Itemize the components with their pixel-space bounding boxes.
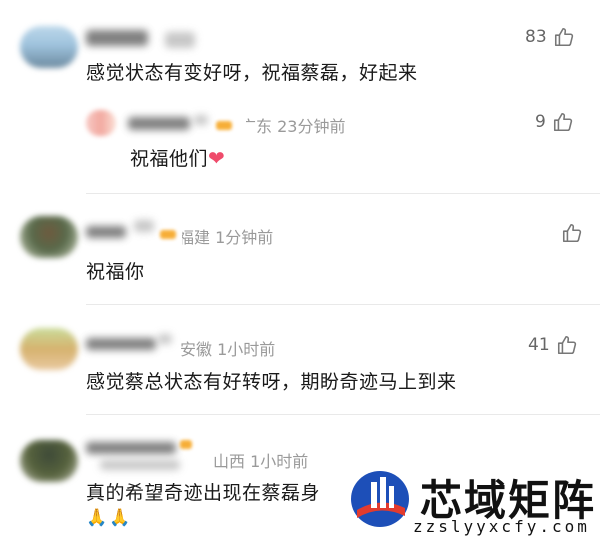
comment-text: 真的希望奇迹出现在蔡磊身	[86, 482, 321, 504]
comment-meta: 福建 1分钟前	[178, 228, 274, 247]
watermark-url: zzslyyxcfy.com	[413, 517, 590, 536]
thumbs-up-icon	[562, 223, 582, 243]
comment-text: 祝福你	[86, 261, 145, 283]
reply-text: 祝福他们❤	[130, 144, 225, 171]
comment-text: 感觉状态有变好呀，祝福蔡磊，好起来	[86, 62, 418, 84]
folded-hands-icon: 🙏🙏	[86, 508, 133, 528]
logo-icon	[351, 471, 409, 527]
divider	[86, 304, 600, 305]
username-suffix	[158, 334, 172, 344]
comment-meta: 山西 1小时前	[213, 452, 309, 471]
thumbs-up-icon	[554, 27, 573, 47]
level-badge	[160, 230, 176, 239]
like-count: 9	[535, 112, 546, 132]
level-badge	[216, 121, 232, 130]
reply-text-content: 祝福他们	[130, 148, 209, 170]
user-badge	[165, 32, 195, 48]
level-badge	[180, 440, 192, 449]
reply-meta: 广东 23分钟前	[240, 117, 346, 136]
like-count: 41	[528, 335, 550, 355]
username[interactable]	[86, 30, 148, 46]
username-suffix	[194, 115, 208, 125]
username[interactable]	[128, 117, 190, 130]
divider	[86, 193, 600, 194]
thumbs-up-icon	[557, 335, 576, 355]
heart-icon: ❤	[208, 146, 226, 170]
like-count: 83	[525, 27, 547, 47]
username[interactable]	[86, 442, 176, 454]
username-suffix	[100, 460, 180, 470]
username[interactable]	[86, 226, 126, 238]
username-suffix	[134, 220, 154, 232]
comment-text: 感觉蔡总状态有好转呀，期盼奇迹马上到来	[86, 371, 457, 393]
thumbs-up-icon	[553, 112, 572, 132]
avatar[interactable]	[20, 26, 78, 68]
avatar[interactable]	[20, 328, 78, 370]
username[interactable]	[86, 338, 156, 350]
avatar[interactable]	[20, 440, 78, 482]
like-button[interactable]: 41	[528, 334, 578, 356]
like-button[interactable]: 83	[525, 26, 575, 48]
like-button[interactable]	[555, 222, 583, 244]
divider	[86, 414, 600, 415]
comment-meta: 安徽 1小时前	[180, 340, 276, 359]
like-button[interactable]: 9	[535, 111, 574, 133]
avatar[interactable]	[86, 110, 116, 136]
avatar[interactable]	[20, 216, 78, 258]
